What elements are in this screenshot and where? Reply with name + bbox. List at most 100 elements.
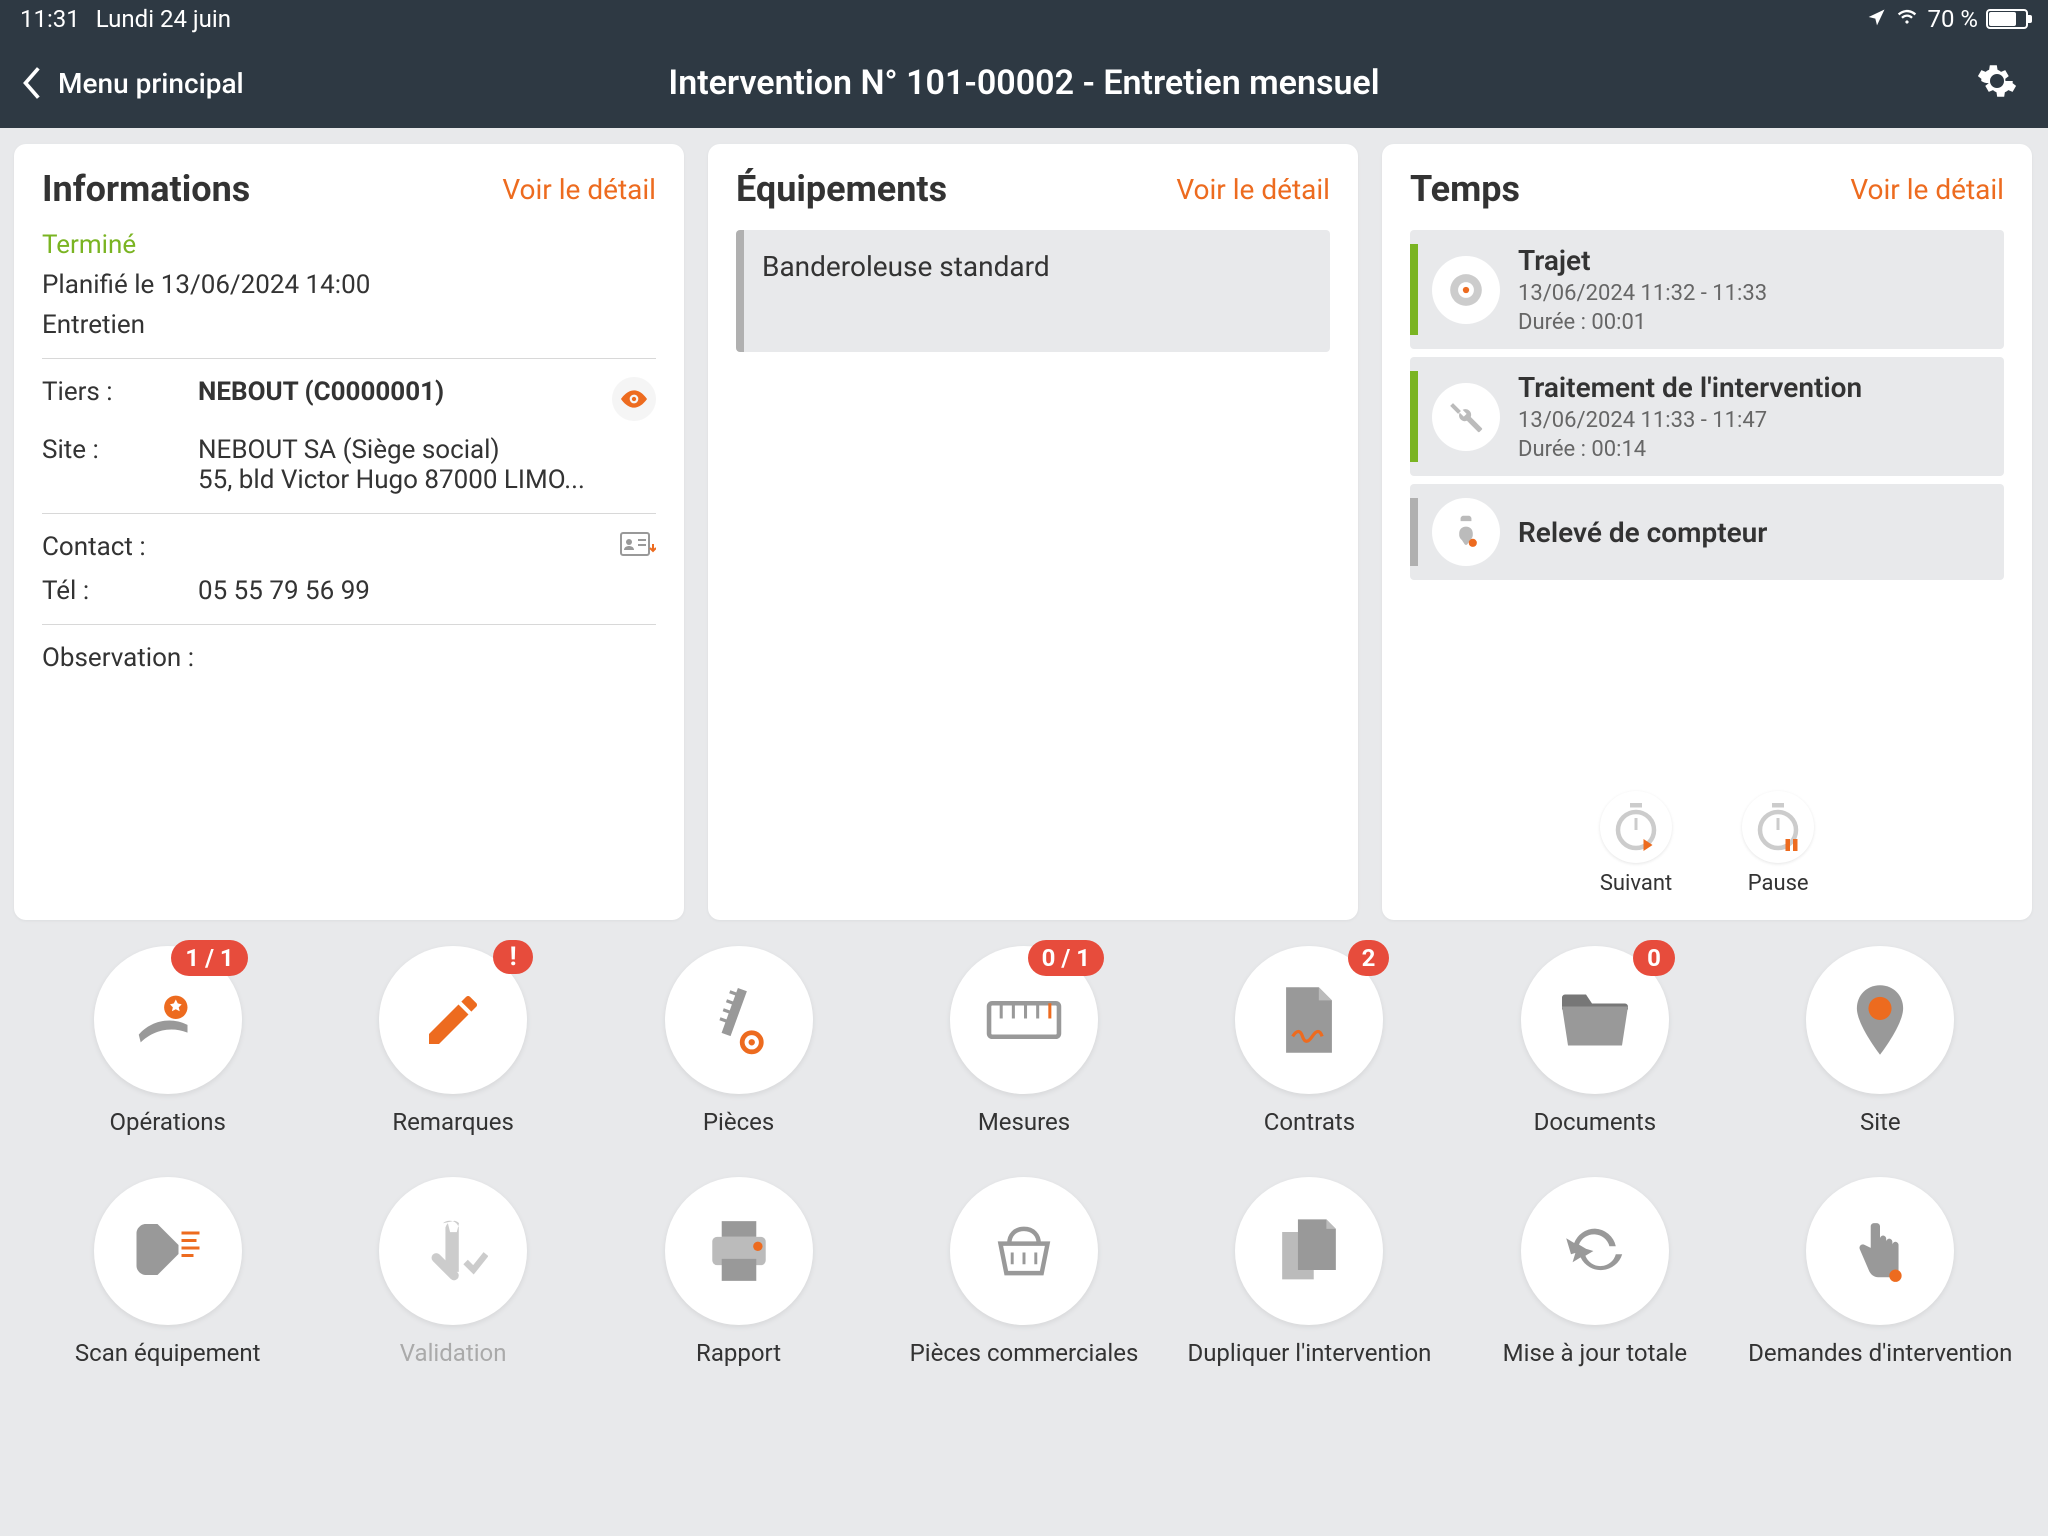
site-value: NEBOUT SA (Siège social) 55, bld Victor … <box>198 435 656 495</box>
temps-title: Temps <box>1410 168 1520 210</box>
divider <box>42 358 656 359</box>
divider <box>42 513 656 514</box>
pieces-button[interactable]: Pièces <box>601 946 876 1137</box>
card-temps: Temps Voir le détail Trajet 13/06/2024 1… <box>1382 144 2032 920</box>
documents-button[interactable]: 0 Documents <box>1457 946 1732 1137</box>
settings-button[interactable] <box>1976 60 2018 106</box>
hand-point-icon <box>1852 1217 1908 1285</box>
contrats-badge: 2 <box>1348 940 1390 976</box>
equip-detail-link[interactable]: Voir le détail <box>1176 173 1330 206</box>
gear-icon <box>1976 60 2018 102</box>
contrats-label: Contrats <box>1264 1108 1355 1137</box>
battery-icon <box>1986 9 2028 29</box>
pencil-icon <box>421 988 485 1052</box>
scanner-icon <box>130 1221 206 1281</box>
status-time: 11:31 <box>20 5 80 33</box>
temps-item-range: 13/06/2024 11:32 - 11:33 <box>1518 281 1990 306</box>
remarques-label: Remarques <box>392 1108 514 1137</box>
temps-item-title: Relevé de compteur <box>1518 516 1990 549</box>
wifi-icon <box>1895 5 1919 33</box>
pieces-icon <box>707 985 771 1055</box>
nav-header: Menu principal Intervention N° 101-00002… <box>0 38 2048 128</box>
pause-label: Pause <box>1748 871 1809 896</box>
refresh-icon <box>1563 1219 1627 1283</box>
traitement-icon <box>1432 383 1500 451</box>
validation-button[interactable]: Validation <box>315 1177 590 1368</box>
observation-label: Observation : <box>42 643 656 673</box>
battery-percent: 70 % <box>1927 5 1978 33</box>
status-termine: Terminé <box>42 230 656 260</box>
divider <box>42 624 656 625</box>
info-detail-link[interactable]: Voir le détail <box>502 173 656 206</box>
temps-item-range: 13/06/2024 11:33 - 11:47 <box>1518 408 1990 433</box>
suivant-label: Suivant <box>1600 871 1672 896</box>
temps-item-trajet[interactable]: Trajet 13/06/2024 11:32 - 11:33 Durée : … <box>1410 230 2004 349</box>
card-informations: Informations Voir le détail Terminé Plan… <box>14 144 684 920</box>
temps-item-title: Traitement de l'intervention <box>1518 371 1990 404</box>
maj-label: Mise à jour totale <box>1503 1339 1687 1368</box>
scan-button[interactable]: Scan équipement <box>30 1177 305 1368</box>
dupliquer-button[interactable]: Dupliquer l'intervention <box>1172 1177 1447 1368</box>
temps-item-title: Trajet <box>1518 244 1990 277</box>
demandes-button[interactable]: Demandes d'intervention <box>1743 1177 2018 1368</box>
tel-value: 05 55 79 56 99 <box>198 576 656 606</box>
tiers-label: Tiers : <box>42 377 198 407</box>
contact-label: Contact : <box>42 532 198 562</box>
printer-icon <box>706 1218 772 1284</box>
scan-label: Scan équipement <box>75 1339 261 1368</box>
contact-card-button[interactable] <box>620 532 656 560</box>
duplicate-icon <box>1279 1216 1339 1286</box>
temps-detail-link[interactable]: Voir le détail <box>1850 173 2004 206</box>
temps-item-traitement[interactable]: Traitement de l'intervention 13/06/2024 … <box>1410 357 2004 476</box>
maj-button[interactable]: Mise à jour totale <box>1457 1177 1732 1368</box>
contract-icon <box>1279 984 1339 1056</box>
chevron-left-icon <box>20 64 42 102</box>
vcard-icon <box>620 532 656 560</box>
pieces-commerciales-button[interactable]: Pièces commerciales <box>886 1177 1161 1368</box>
basket-icon <box>991 1223 1057 1279</box>
tel-label: Tél : <box>42 576 198 606</box>
status-bar-grey <box>1410 498 1418 566</box>
status-bar-green <box>1410 244 1418 335</box>
mesures-button[interactable]: 0 / 1 Mesures <box>886 946 1161 1137</box>
operations-button[interactable]: 1 / 1 Opérations <box>30 946 305 1137</box>
info-planned: Planifié le 13/06/2024 14:00 <box>42 270 656 300</box>
info-type: Entretien <box>42 310 656 340</box>
operations-icon <box>129 985 207 1055</box>
status-bar: 11:31 Lundi 24 juin 70 % <box>0 0 2048 38</box>
back-button[interactable]: Menu principal <box>0 64 264 102</box>
site-label: Site <box>1860 1108 1901 1137</box>
temps-item-duration: Durée : 00:01 <box>1518 310 1990 335</box>
pieces-com-label: Pièces commerciales <box>910 1339 1139 1368</box>
remarques-badge: ! <box>493 940 533 974</box>
site-button[interactable]: Site <box>1743 946 2018 1137</box>
ruler-icon <box>986 1000 1062 1040</box>
location-icon <box>1867 5 1887 33</box>
status-bar-green <box>1410 371 1418 462</box>
pieces-label: Pièces <box>703 1108 774 1137</box>
suivant-button[interactable]: Suivant <box>1600 791 1672 896</box>
contrats-button[interactable]: 2 Contrats <box>1172 946 1447 1137</box>
tiers-view-button[interactable] <box>612 377 656 421</box>
trajet-icon <box>1432 256 1500 324</box>
stopwatch-play-icon <box>1600 791 1672 863</box>
pause-button[interactable]: Pause <box>1742 791 1814 896</box>
equip-title: Équipements <box>736 168 947 210</box>
documents-label: Documents <box>1534 1108 1657 1137</box>
site-label: Site : <box>42 435 198 465</box>
temps-item-releve[interactable]: Relevé de compteur <box>1410 484 2004 580</box>
folder-icon <box>1559 991 1631 1049</box>
validation-icon <box>418 1218 488 1284</box>
equip-item[interactable]: Banderoleuse standard <box>736 230 1330 352</box>
rapport-label: Rapport <box>696 1339 781 1368</box>
info-title: Informations <box>42 168 250 210</box>
tiers-value: NEBOUT (C0000001) <box>198 377 612 407</box>
temps-item-duration: Durée : 00:14 <box>1518 437 1990 462</box>
remarques-button[interactable]: ! Remarques <box>315 946 590 1137</box>
eye-icon <box>621 390 647 408</box>
location-pin-icon <box>1850 982 1910 1058</box>
page-title: Intervention N° 101-00002 - Entretien me… <box>668 63 1379 103</box>
card-equipements: Équipements Voir le détail Banderoleuse … <box>708 144 1358 920</box>
demandes-label: Demandes d'intervention <box>1748 1339 2012 1368</box>
rapport-button[interactable]: Rapport <box>601 1177 876 1368</box>
